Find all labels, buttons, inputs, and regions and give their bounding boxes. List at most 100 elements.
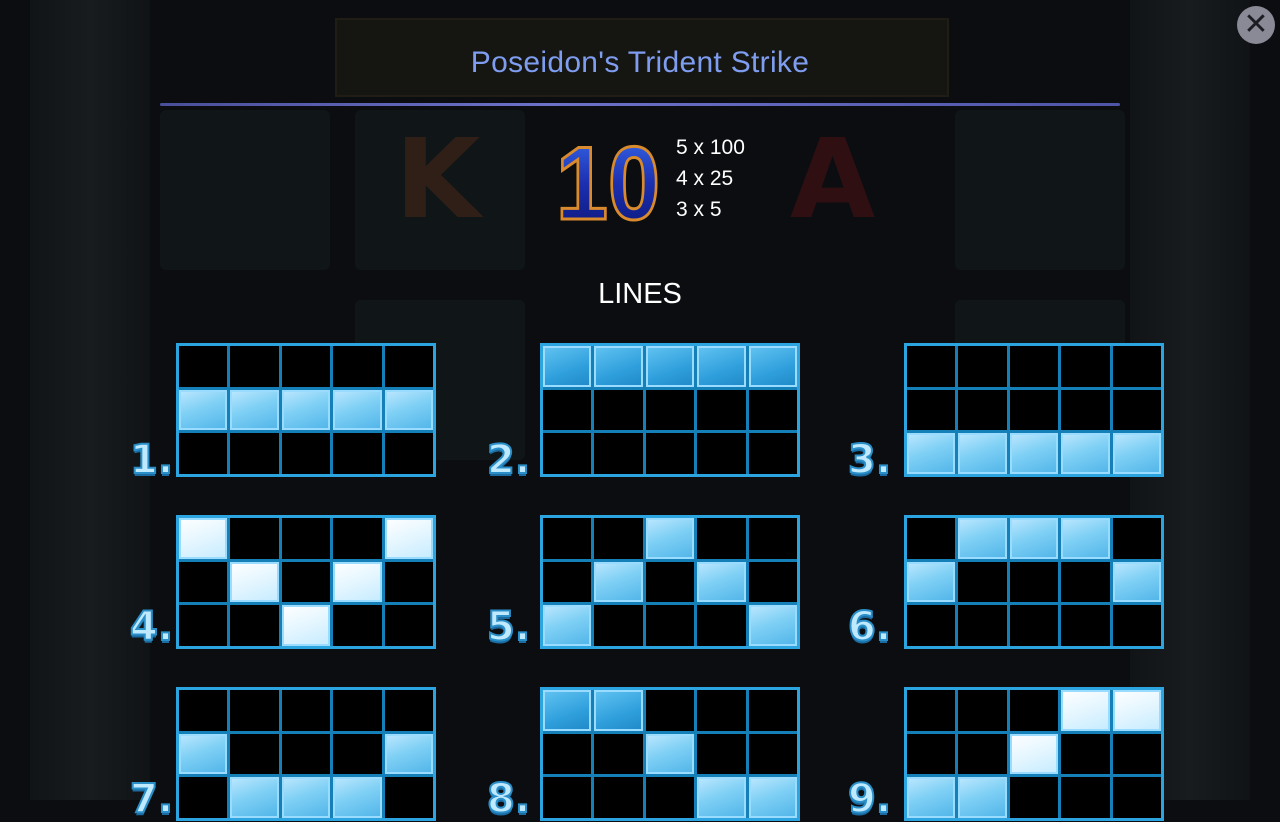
- payline-cell-active: [958, 518, 1007, 559]
- payline-cell: [748, 561, 797, 603]
- payline-grid: [904, 343, 1164, 477]
- payline-cell: [748, 389, 797, 431]
- payline-number: 5.: [486, 603, 531, 651]
- payline-number: 6.: [847, 603, 892, 651]
- payline-cell: [958, 561, 1007, 603]
- payline-cell: [907, 389, 956, 431]
- payline-cell: [333, 690, 382, 731]
- payline-cell-active: [384, 733, 433, 775]
- payline-cell: [230, 433, 279, 474]
- payline-cell-active: [333, 389, 382, 431]
- payline-grid: [904, 687, 1164, 821]
- payline-cell-active: [907, 433, 956, 474]
- payline-cell: [958, 733, 1007, 775]
- payline-cell: [697, 518, 746, 559]
- payline-cell: [230, 518, 279, 559]
- payline-cell-active: [697, 777, 746, 818]
- payline-cell: [907, 733, 956, 775]
- payline-cell: [594, 777, 643, 818]
- ten-symbol-icon: 10: [553, 125, 663, 244]
- pay-3: 3 x 5: [676, 198, 722, 221]
- payline-cell: [333, 433, 382, 474]
- payline-cell-active: [1009, 433, 1059, 474]
- payline-cell: [645, 561, 695, 603]
- payline-number: 9.: [847, 775, 892, 822]
- payline-cell: [543, 733, 592, 775]
- payline-cell: [748, 433, 797, 474]
- payline-cell-active: [594, 561, 643, 603]
- payline-cell-active: [958, 777, 1007, 818]
- payline-cell: [907, 605, 956, 646]
- payline-cell: [1112, 733, 1161, 775]
- payline-cell: [1112, 346, 1161, 387]
- payline-cell: [907, 690, 956, 731]
- payline-cell: [281, 733, 331, 775]
- payline-cell: [281, 690, 331, 731]
- payline-cell: [594, 733, 643, 775]
- payline-grid: [904, 515, 1164, 649]
- payline-cell: [1009, 389, 1059, 431]
- payline-cell: [543, 777, 592, 818]
- payline-cell: [1009, 346, 1059, 387]
- payline-cell: [179, 777, 228, 818]
- payline-cell-active: [281, 389, 331, 431]
- payline-cell: [333, 518, 382, 559]
- payline-grid: [540, 687, 800, 821]
- payline-cell: [594, 518, 643, 559]
- payline-number: 8.: [486, 775, 531, 822]
- payline-cell: [697, 733, 746, 775]
- payline-cell: [384, 346, 433, 387]
- payline-cell-active: [645, 346, 695, 387]
- payline-cell-active: [333, 561, 382, 603]
- payline-cell: [958, 605, 1007, 646]
- payline-cell-active: [543, 346, 592, 387]
- payline-cell-active: [1061, 518, 1110, 559]
- lines-heading: LINES: [598, 278, 682, 310]
- payline-cell: [281, 433, 331, 474]
- payline-cell: [179, 561, 228, 603]
- payline-cell: [594, 389, 643, 431]
- payline-number: 3.: [847, 436, 892, 484]
- payline-cell: [748, 518, 797, 559]
- payline-cell: [543, 433, 592, 474]
- payline-cell-active: [230, 561, 279, 603]
- payline-cell-active: [543, 605, 592, 646]
- payline-cell: [645, 605, 695, 646]
- payline-cell: [384, 561, 433, 603]
- payline-cell: [281, 346, 331, 387]
- payline-cell: [543, 561, 592, 603]
- payline-cell-active: [907, 777, 956, 818]
- payline-cell: [230, 733, 279, 775]
- payline-cell: [230, 346, 279, 387]
- payline-cell: [645, 433, 695, 474]
- payline-cell: [697, 389, 746, 431]
- payline-cell: [1061, 346, 1110, 387]
- payline-cell: [594, 433, 643, 474]
- payline-cell-active: [281, 777, 331, 818]
- payline-cell-active: [748, 605, 797, 646]
- payline-cell: [384, 605, 433, 646]
- payline-cell: [748, 690, 797, 731]
- payline-cell-active: [179, 733, 228, 775]
- payline-cell-active: [958, 433, 1007, 474]
- payline-cell: [230, 605, 279, 646]
- payline-cell: [1009, 605, 1059, 646]
- payline-grid: [176, 687, 436, 821]
- payline-cell: [333, 605, 382, 646]
- payline-cell: [1061, 605, 1110, 646]
- payline-number: 2.: [486, 436, 531, 484]
- payline-cell-active: [1061, 690, 1110, 731]
- payline-cell-active: [594, 346, 643, 387]
- payline-cell-active: [1061, 433, 1110, 474]
- close-button[interactable]: ✕: [1237, 6, 1275, 44]
- payline-cell-active: [594, 690, 643, 731]
- payline-number: 7.: [129, 775, 174, 822]
- payline-cell: [281, 518, 331, 559]
- payline-cell: [1009, 561, 1059, 603]
- payline-cell: [1112, 605, 1161, 646]
- payline-cell: [1112, 518, 1161, 559]
- payline-cell: [384, 433, 433, 474]
- payline-cell-active: [697, 561, 746, 603]
- payline-cell: [384, 690, 433, 731]
- symbol-label: 10: [556, 126, 660, 230]
